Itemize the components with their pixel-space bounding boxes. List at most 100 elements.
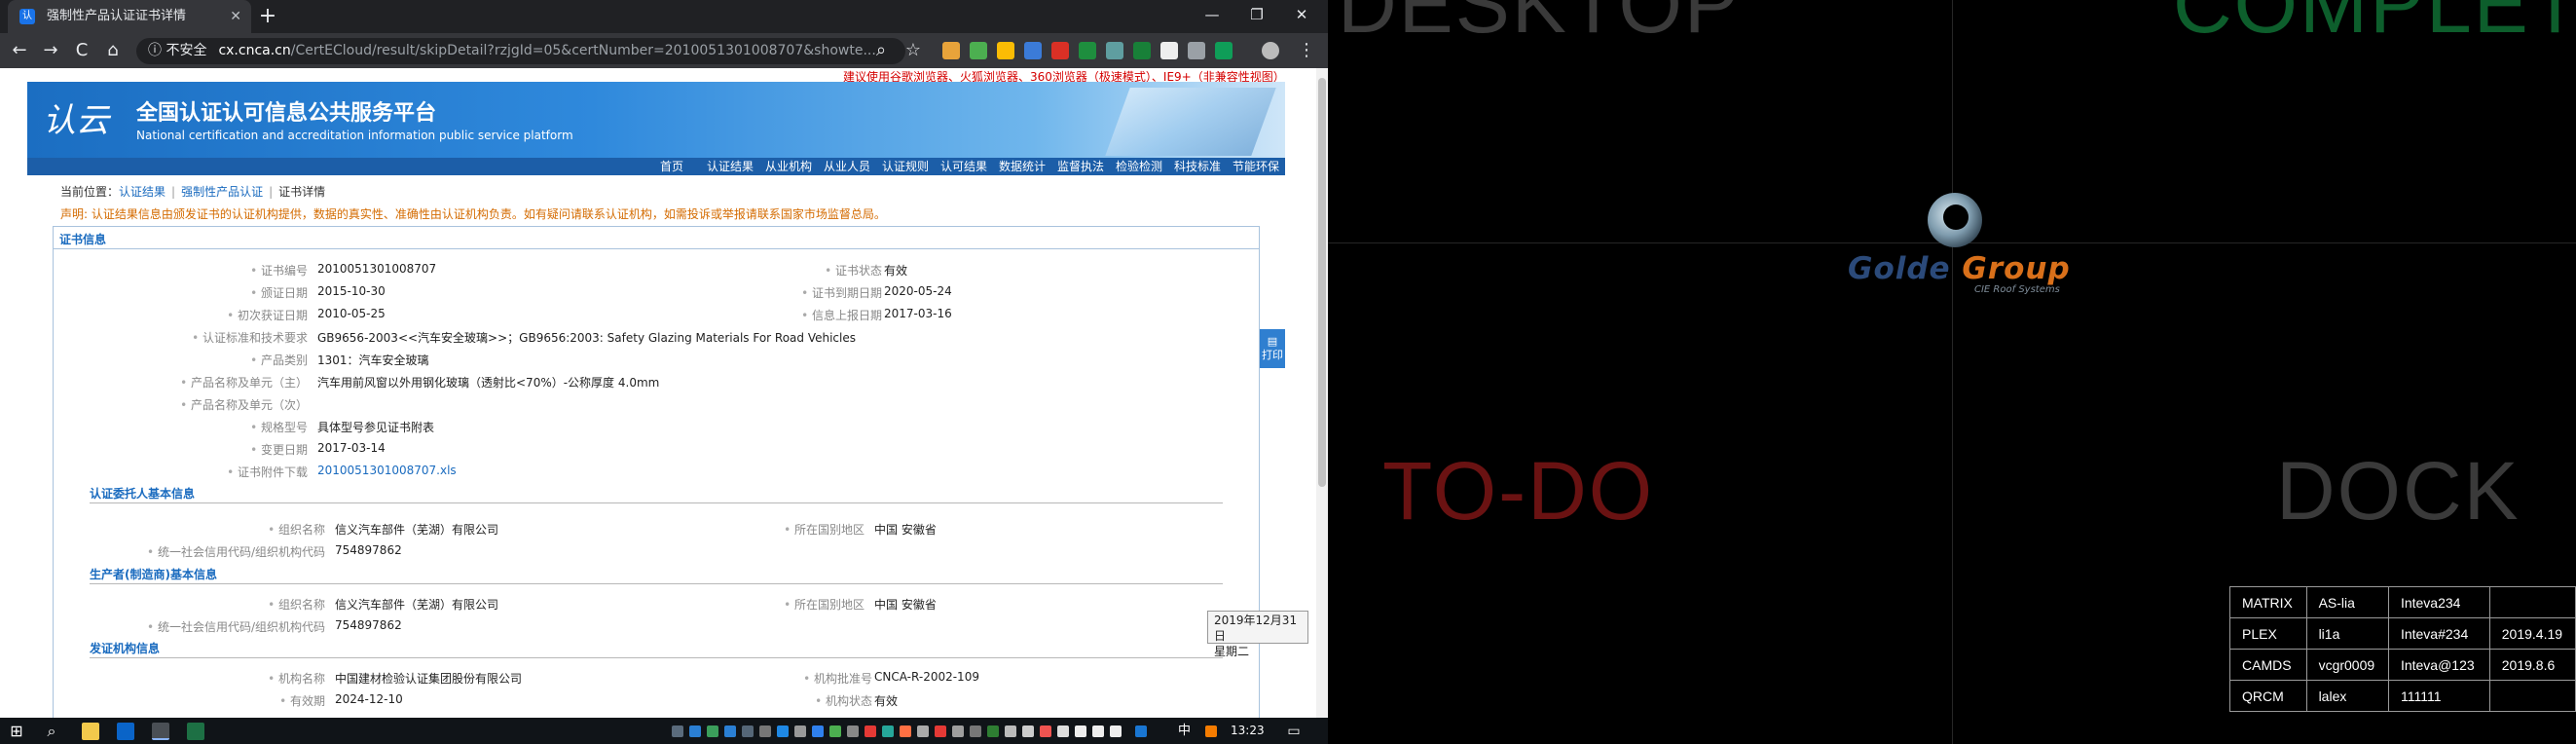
input-language-indicator[interactable]: 中 xyxy=(1178,718,1191,744)
tray-icon[interactable] xyxy=(865,725,876,737)
tray-icon[interactable] xyxy=(829,725,841,737)
tray-icon[interactable] xyxy=(812,725,824,737)
extension-icon[interactable] xyxy=(1079,42,1096,59)
tray-icon[interactable] xyxy=(987,725,999,737)
account-row: QRCM lalex 111111 xyxy=(2229,680,2576,712)
reload-button[interactable]: C xyxy=(70,39,93,62)
tray-icon[interactable] xyxy=(917,725,929,737)
new-tab-button[interactable]: + xyxy=(255,4,280,29)
url-path: /CertECloud/result/skipDetail?rzjgId=05&… xyxy=(290,43,876,58)
profile-avatar[interactable] xyxy=(1262,42,1279,59)
account-cell: vcgr0009 xyxy=(2305,649,2389,681)
url-domain: cx.cnca.cn xyxy=(218,43,291,58)
extension-icon[interactable] xyxy=(1188,42,1205,59)
tray-icon[interactable] xyxy=(794,725,806,737)
tray-icon[interactable] xyxy=(777,725,789,737)
nav-item-agencies[interactable]: 从业机构 xyxy=(765,158,812,175)
nav-item-cert-rules[interactable]: 认证规则 xyxy=(882,158,929,175)
scrollbar-thumb[interactable] xyxy=(1318,78,1326,487)
tray-icon[interactable] xyxy=(970,725,981,737)
site-logo[interactable]: 认云 xyxy=(43,93,109,141)
tray-icon[interactable] xyxy=(952,725,964,737)
breadcrumb-item[interactable]: 认证结果 xyxy=(119,185,166,199)
tray-icon[interactable] xyxy=(1005,725,1016,737)
product-main-value: 汽车用前风窗以外用钢化玻璃（透射比<70%）-公称厚度 4.0mm xyxy=(317,376,660,390)
nav-item-supervision[interactable]: 监督执法 xyxy=(1057,158,1104,175)
client-region-value: 中国 安徽省 xyxy=(874,523,937,537)
tray-icon[interactable] xyxy=(724,725,736,737)
attachment-download-link[interactable]: 2010051301008707.xls xyxy=(317,464,457,477)
nav-item-home[interactable]: 首页 xyxy=(660,158,683,175)
restore-button[interactable]: ❐ xyxy=(1234,0,1279,29)
nav-item-statistics[interactable]: 数据统计 xyxy=(999,158,1046,175)
ime-icon[interactable] xyxy=(1135,725,1147,737)
nav-item-personnel[interactable]: 从业人员 xyxy=(824,158,870,175)
tray-icon[interactable] xyxy=(935,725,946,737)
tray-icon[interactable] xyxy=(882,725,894,737)
field-label: 所在国别地区 xyxy=(784,596,865,613)
bookmark-star-icon[interactable]: ☆ xyxy=(902,39,925,62)
first-cert-date-value: 2010-05-25 xyxy=(317,307,386,320)
close-tab-icon[interactable]: ✕ xyxy=(230,0,241,33)
forward-button[interactable]: → xyxy=(39,39,62,62)
nav-item-testing[interactable]: 检验检测 xyxy=(1116,158,1162,175)
home-button[interactable]: ⌂ xyxy=(101,39,125,62)
print-button[interactable]: ▤ 打印 xyxy=(1260,329,1285,368)
tray-icon[interactable] xyxy=(900,725,911,737)
tray-icon[interactable] xyxy=(847,725,859,737)
tray-icon[interactable] xyxy=(1022,725,1034,737)
security-indicator[interactable]: ⓘ 不安全 xyxy=(148,43,206,58)
field-label: 变更日期 xyxy=(250,441,308,458)
menu-icon[interactable]: ⋮ xyxy=(1295,39,1318,62)
client-org-value: 信义汽车部件（芜湖）有限公司 xyxy=(335,523,499,537)
chrome-icon[interactable] xyxy=(152,723,169,740)
minimize-button[interactable]: — xyxy=(1190,0,1234,29)
extension-icon[interactable] xyxy=(1215,42,1233,59)
search-icon[interactable]: ⌕ xyxy=(43,723,60,740)
desktop-zone-label: DESKTOP xyxy=(1338,0,1741,50)
field-label: 机构状态 xyxy=(815,692,872,709)
tray-icon[interactable] xyxy=(1205,725,1217,737)
nav-item-accreditation[interactable]: 认可结果 xyxy=(940,158,987,175)
tray-icon[interactable] xyxy=(1057,725,1069,737)
taskbar-clock[interactable]: 13:23 xyxy=(1231,718,1265,744)
extension-icon[interactable] xyxy=(970,42,987,59)
file-explorer-icon[interactable] xyxy=(82,723,99,740)
search-icon[interactable]: ⌕ xyxy=(869,39,893,62)
close-window-button[interactable]: ✕ xyxy=(1279,0,1324,29)
page-scrollbar[interactable] xyxy=(1316,68,1328,718)
extension-icon[interactable] xyxy=(1160,42,1178,59)
excel-icon[interactable] xyxy=(187,723,204,740)
extension-icon[interactable] xyxy=(1024,42,1042,59)
field-label: 组织名称 xyxy=(268,596,325,613)
nav-item-cert-results[interactable]: 认证结果 xyxy=(707,158,754,175)
left-monitor: 认 强制性产品认证证书详情 ✕ + — ❐ ✕ ← → C ⌂ ⓘ 不安全 cx.… xyxy=(0,0,1328,744)
breadcrumb-item[interactable]: 强制性产品认证 xyxy=(181,185,263,199)
tray-icon[interactable] xyxy=(707,725,718,737)
tray-icon[interactable] xyxy=(689,725,701,737)
extension-icon[interactable] xyxy=(1051,42,1069,59)
extension-icon[interactable] xyxy=(1106,42,1123,59)
section-divider xyxy=(90,583,1223,584)
tray-icon[interactable] xyxy=(742,725,754,737)
field-label: 证书附件下载 xyxy=(227,464,308,480)
outlook-icon[interactable] xyxy=(117,723,134,740)
nav-item-standards[interactable]: 科技标准 xyxy=(1174,158,1221,175)
network-icon[interactable] xyxy=(1075,725,1086,737)
tray-icon[interactable] xyxy=(1040,725,1051,737)
tray-icon[interactable] xyxy=(672,725,683,737)
extension-icon[interactable] xyxy=(1133,42,1151,59)
address-bar[interactable]: ⓘ 不安全 cx.cnca.cn/CertECloud/result/skipDe… xyxy=(136,38,905,64)
account-cell: PLEX xyxy=(2229,617,2307,650)
golde-logo-text: Golde Group xyxy=(1848,251,2071,286)
extension-icon[interactable] xyxy=(997,42,1014,59)
action-center-icon[interactable]: ▭ xyxy=(1285,723,1303,740)
extension-icon[interactable] xyxy=(942,42,960,59)
browser-tab[interactable]: 认 强制性产品认证证书详情 ✕ xyxy=(8,0,251,33)
battery-icon[interactable] xyxy=(1110,725,1122,737)
volume-icon[interactable] xyxy=(1092,725,1104,737)
start-button[interactable]: ⊞ xyxy=(8,723,25,740)
nav-item-energy[interactable]: 节能环保 xyxy=(1233,158,1279,175)
back-button[interactable]: ← xyxy=(8,39,31,62)
tray-icon[interactable] xyxy=(759,725,771,737)
